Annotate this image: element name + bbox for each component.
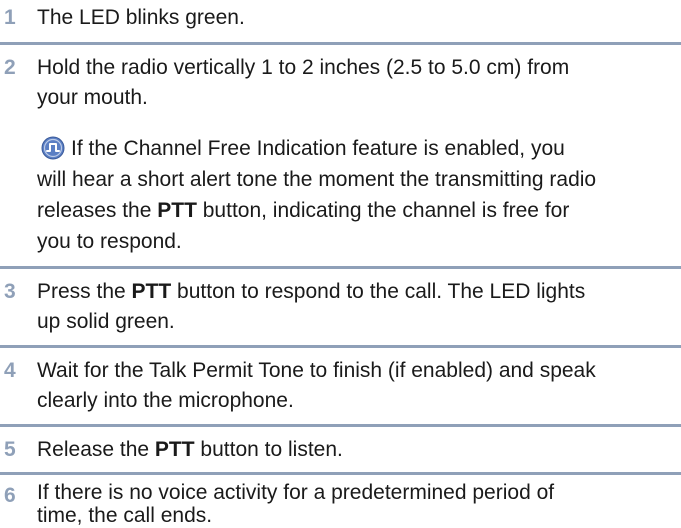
step-text-line: Press the PTT button to respond to the c… [37,277,671,307]
step-text-line: Hold the radio vertically 1 to 2 inches … [37,56,570,79]
note-line: you to respond. [37,230,182,253]
step-text-line: time, the call ends. [37,504,213,527]
step-text-part: button to listen. [194,438,343,461]
channel-free-indication-icon [41,136,65,160]
step-number: 3 [4,280,16,303]
step-text-part: Release the [37,438,155,461]
step-text-line: Wait for the Talk Permit Tone to finish … [37,359,596,382]
step-text: If there is no voice activity for a pred… [37,481,671,527]
step-text: Press the PTT button to respond to the c… [37,277,671,337]
note-line: will hear a short alert tone the moment … [37,168,597,191]
note-text: releases the [37,199,158,222]
step-number: 1 [4,6,16,29]
note-line: If the Channel Free Indication feature i… [37,133,671,164]
step-text: Release the PTT button to listen. [37,435,671,465]
step-number: 5 [4,438,16,461]
procedure-steps: 1 The LED blinks green. 2 Hold the radio… [0,0,681,528]
ptt-label: PTT [131,280,172,303]
ptt-label: PTT [154,438,195,461]
step-text-line: your mouth. [37,86,148,109]
step-text-line: clearly into the microphone. [37,389,294,412]
step-text: The LED blinks green. [37,6,245,29]
divider [0,42,681,45]
note-block: If the Channel Free Indication feature i… [37,133,671,257]
step-text-part: Press the [37,280,132,303]
step-number: 6 [4,484,16,507]
step-text-part: button to respond to the call. The LED l… [171,280,586,303]
note-text: button, indicating the channel is free f… [196,199,570,222]
divider [0,266,681,269]
step-text: Wait for the Talk Permit Tone to finish … [37,356,671,416]
step-text-line: If there is no voice activity for a pred… [37,481,555,504]
divider [0,345,681,348]
step-text: Hold the radio vertically 1 to 2 inches … [37,53,671,113]
step-number: 2 [4,56,16,79]
step-number: 4 [4,359,16,382]
ptt-label: PTT [157,199,197,222]
note-line: releases the PTT button, indicating the … [37,195,671,226]
divider [0,472,681,475]
step-text-line: up solid green. [37,310,175,333]
note-text: If the Channel Free Indication feature i… [71,137,565,160]
divider [0,424,681,427]
